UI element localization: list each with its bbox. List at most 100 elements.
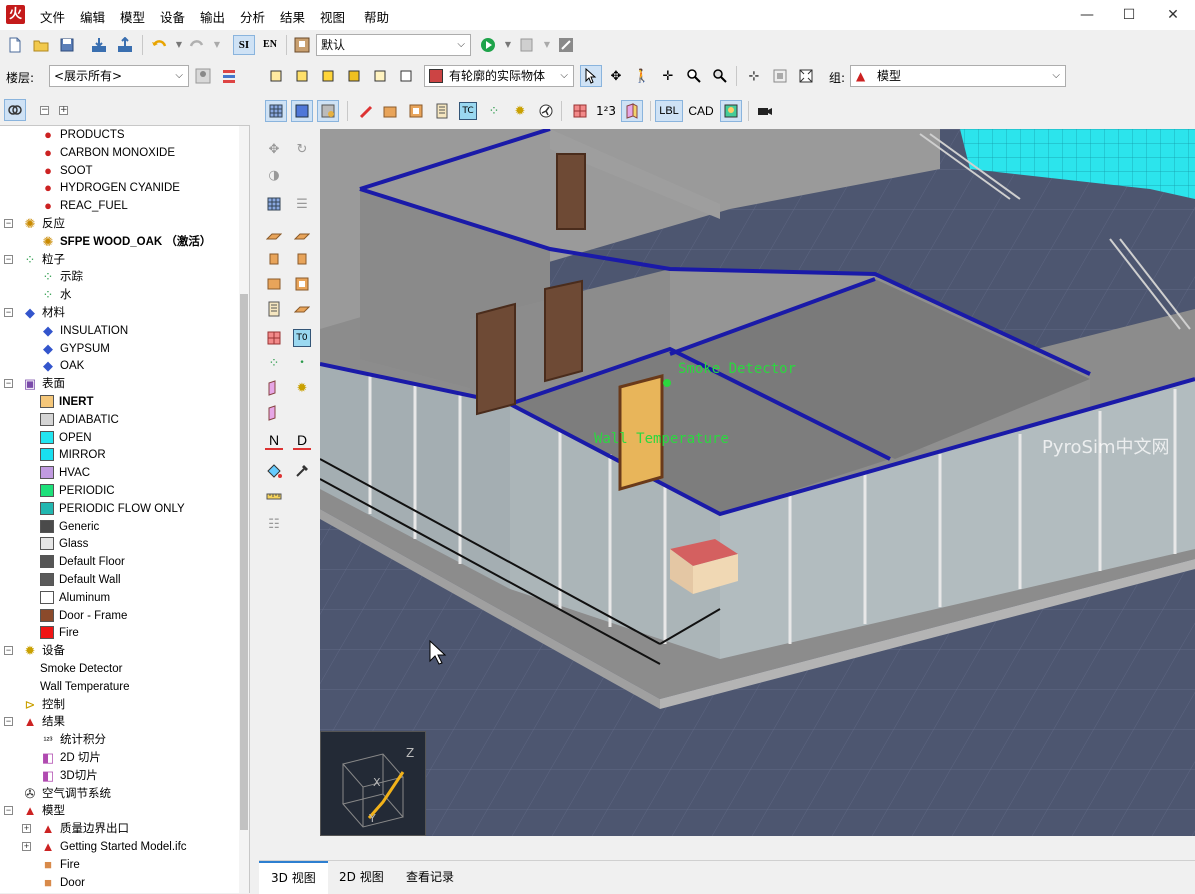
tree-item[interactable]: − ▲ 模型 <box>0 802 238 820</box>
camera-icon[interactable] <box>756 102 774 120</box>
tab-log[interactable]: 查看记录 <box>394 861 466 894</box>
snap-icon[interactable]: ⊹ <box>745 67 763 85</box>
cad-toggle-button[interactable]: CAD <box>687 100 715 122</box>
view-combo[interactable]: 默认 ⌵ <box>316 34 471 56</box>
obstruction-icon[interactable] <box>381 102 399 120</box>
collapse-icon[interactable]: − <box>4 308 13 317</box>
units-si-button[interactable]: SI <box>233 35 255 55</box>
group-combo[interactable]: ▲ 模型 ⌵ <box>850 65 1066 87</box>
tree-item[interactable]: ● PRODUCTS <box>0 126 238 144</box>
tree-item[interactable]: ◧ 3D切片 <box>0 767 238 785</box>
slab-2-icon[interactable] <box>293 227 311 245</box>
tree-item[interactable]: ◆ OAK <box>0 357 238 375</box>
eyedropper-icon[interactable] <box>293 462 311 480</box>
tree-item[interactable]: − ✺ 反应 <box>0 215 238 233</box>
smoke-detector-point[interactable] <box>663 379 671 387</box>
save-icon[interactable] <box>58 36 76 54</box>
vent-tool-icon[interactable] <box>265 300 283 318</box>
walk-icon[interactable]: 🚶 <box>633 67 651 85</box>
thermocouple-tool-icon[interactable]: T0 <box>293 329 311 347</box>
background-image-icon[interactable] <box>720 100 742 122</box>
show-solid-objects-icon[interactable] <box>293 67 311 85</box>
menu-devices[interactable]: 设备 <box>160 7 185 26</box>
particle-tool-icon[interactable]: ⁘ <box>265 354 283 372</box>
show-all-objects-icon[interactable] <box>267 67 285 85</box>
new-file-icon[interactable] <box>6 36 24 54</box>
expand-all-icon[interactable]: + <box>59 106 68 115</box>
show-wireframe-icon[interactable] <box>397 67 415 85</box>
menu-view[interactable]: 视图 <box>320 7 345 26</box>
menu-model[interactable]: 模型 <box>120 7 145 26</box>
tab-2d-view[interactable]: 2D 视图 <box>327 861 396 894</box>
tree-item[interactable]: ■ Door <box>0 874 238 892</box>
block-icon[interactable] <box>265 250 283 268</box>
tree-item[interactable]: HVAC <box>0 464 238 482</box>
collapse-icon[interactable]: − <box>4 254 13 264</box>
hole-tool-icon[interactable] <box>293 275 311 293</box>
diagonal-button[interactable]: D <box>293 432 311 450</box>
zoom-extents-icon[interactable] <box>797 67 815 85</box>
collapse-icon[interactable]: − <box>4 219 13 228</box>
tree-item[interactable]: Aluminum <box>0 589 238 607</box>
tree-scrollbar-thumb[interactable] <box>240 294 248 830</box>
open-folder-icon[interactable] <box>32 36 50 54</box>
slice-3d-icon[interactable] <box>621 100 643 122</box>
zoom-icon[interactable] <box>685 67 703 85</box>
results-icon[interactable] <box>518 36 536 54</box>
normal-direction-button[interactable]: N <box>265 432 283 450</box>
menu-results[interactable]: 结果 <box>280 7 305 26</box>
floor-combo[interactable]: <展示所有> ⌵ <box>49 65 189 87</box>
collapse-icon[interactable]: − <box>4 379 13 389</box>
viewport-canvas[interactable]: Smoke Detector Wall Temperature <box>320 129 1195 836</box>
expand-icon[interactable]: + <box>22 842 31 851</box>
hole-icon[interactable] <box>407 102 425 120</box>
tree-item[interactable]: ✇ 空气调节系统 <box>0 785 238 803</box>
results-dropdown-icon[interactable]: ▼ <box>538 36 556 54</box>
maximize-button[interactable]: ☐ <box>1119 5 1139 25</box>
tree-item[interactable]: ⁘ 示踪 <box>0 268 238 286</box>
mesh-tool-icon[interactable] <box>265 195 283 213</box>
slice-3d-tool-icon[interactable] <box>265 379 283 397</box>
redo-dropdown-icon[interactable]: ▼ <box>208 36 226 54</box>
smokeview-icon[interactable] <box>557 36 575 54</box>
collapse-all-icon[interactable]: − <box>40 106 49 115</box>
tree-item[interactable]: ⁘ 水 <box>0 286 238 304</box>
tree-item[interactable]: ● HYDROGEN CYANIDE <box>0 179 238 197</box>
device-tool-icon[interactable]: ✹ <box>293 379 311 397</box>
link-navigation-icon[interactable] <box>4 99 26 121</box>
collapse-icon[interactable]: − <box>4 806 13 816</box>
menu-edit[interactable]: 编辑 <box>80 7 105 26</box>
floor-properties-icon[interactable] <box>194 67 212 85</box>
tree-item[interactable]: Wall Temperature <box>0 678 238 696</box>
show-smooth-objects-icon[interactable] <box>371 67 389 85</box>
tree-item[interactable]: ◆ GYPSUM <box>0 340 238 358</box>
tree-item[interactable]: Smoke Detector <box>0 660 238 678</box>
particle-icon[interactable]: ⁘ <box>485 102 503 120</box>
undo-icon[interactable] <box>150 36 168 54</box>
tree-item[interactable]: + ▲ 质量边界出口 <box>0 820 238 838</box>
tree-item[interactable]: Fire <box>0 624 238 642</box>
device-icon[interactable]: ✹ <box>511 102 529 120</box>
thermocouple-icon[interactable]: TC <box>459 102 477 120</box>
slice-tool-icon[interactable] <box>265 329 283 347</box>
tree-item[interactable]: Glass <box>0 535 238 553</box>
select-pointer-icon[interactable] <box>580 65 602 87</box>
collapse-icon[interactable]: − <box>4 717 13 727</box>
rotate-icon[interactable]: ↻ <box>293 140 311 158</box>
menu-file[interactable]: 文件 <box>40 7 65 26</box>
run-dropdown-icon[interactable]: ▼ <box>499 36 517 54</box>
labels-toggle-button[interactable]: LBL <box>655 100 683 122</box>
tree-item[interactable]: ● SOOT <box>0 162 238 180</box>
fire-icon[interactable] <box>357 102 375 120</box>
close-button[interactable]: ✕ <box>1163 5 1183 25</box>
tree-item[interactable]: MIRROR <box>0 446 238 464</box>
mesh-options-icon[interactable] <box>317 100 339 122</box>
slab-icon[interactable] <box>265 227 283 245</box>
vent-icon[interactable] <box>433 102 451 120</box>
import-icon[interactable] <box>90 36 108 54</box>
tree-item[interactable]: ✺ SFPE WOOD_OAK （激活） <box>0 233 238 251</box>
tree-item[interactable]: − ▣ 表面 <box>0 375 238 393</box>
mirror-icon[interactable]: ◑ <box>265 166 283 184</box>
tree-item[interactable]: INERT <box>0 393 238 411</box>
hvac-icon[interactable] <box>537 102 555 120</box>
